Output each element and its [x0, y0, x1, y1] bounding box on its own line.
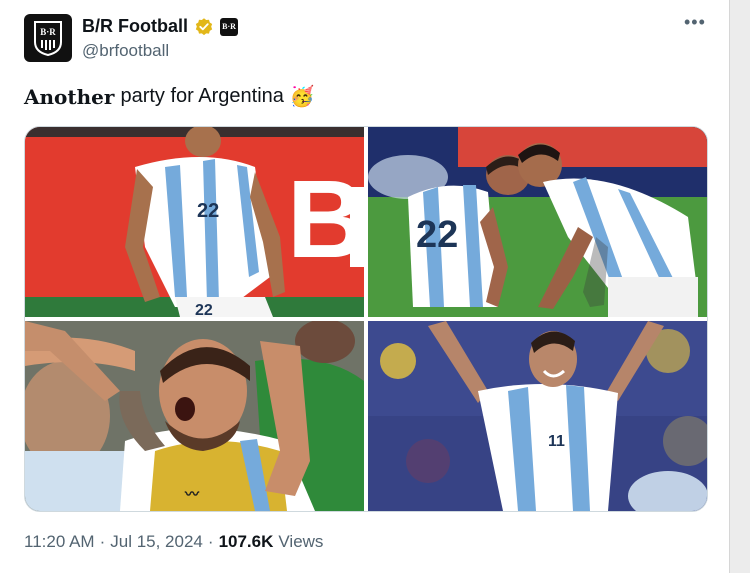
views-count: 107.6K: [218, 532, 274, 551]
tweet-card: B·R B/R Football B·R @brfootball ••• Ano…: [0, 0, 730, 573]
verified-badge-icon: [195, 17, 213, 35]
svg-text:22: 22: [195, 302, 213, 317]
party-emoji-icon: 🥳: [289, 86, 315, 108]
photo-2-jersey-number: 22: [416, 214, 458, 256]
tweet-text: Another party for Argentina 🥳: [24, 84, 315, 109]
avatar[interactable]: B·R: [24, 14, 72, 62]
tweet-date[interactable]: Jul 15, 2024: [110, 532, 203, 552]
account-name-row: B/R Football B·R: [82, 16, 238, 37]
photo-4[interactable]: 11: [368, 321, 707, 511]
tweet-meta: 11:20 AM · Jul 15, 2024 · 107.6K Views: [24, 532, 323, 552]
svg-text:B·R: B·R: [40, 27, 56, 37]
more-options-icon[interactable]: •••: [684, 12, 706, 33]
views-label: Views: [278, 532, 324, 551]
affiliate-badge-icon[interactable]: B·R: [220, 17, 238, 36]
br-shield-icon: B·R: [34, 21, 62, 56]
tweet-time[interactable]: 11:20 AM: [24, 532, 95, 552]
tweet-text-rest: party for Argentina: [120, 85, 284, 107]
account-name[interactable]: B/R Football: [82, 16, 188, 37]
tweet-text-bold: Another: [24, 84, 115, 109]
meta-separator: ·: [207, 532, 214, 551]
account-handle[interactable]: @brfootball: [82, 41, 169, 61]
meta-separator: ·: [99, 532, 106, 551]
photo-1-jersey-number: 22: [197, 200, 219, 222]
photo-3[interactable]: 〰: [25, 321, 364, 511]
svg-text:11: 11: [548, 433, 565, 450]
photo-1[interactable]: B 22 22: [25, 127, 364, 317]
media-grid: B 22 22 22 〰 11: [24, 126, 708, 512]
photo-2[interactable]: 22: [368, 127, 707, 317]
svg-text:〰: 〰: [184, 486, 200, 502]
